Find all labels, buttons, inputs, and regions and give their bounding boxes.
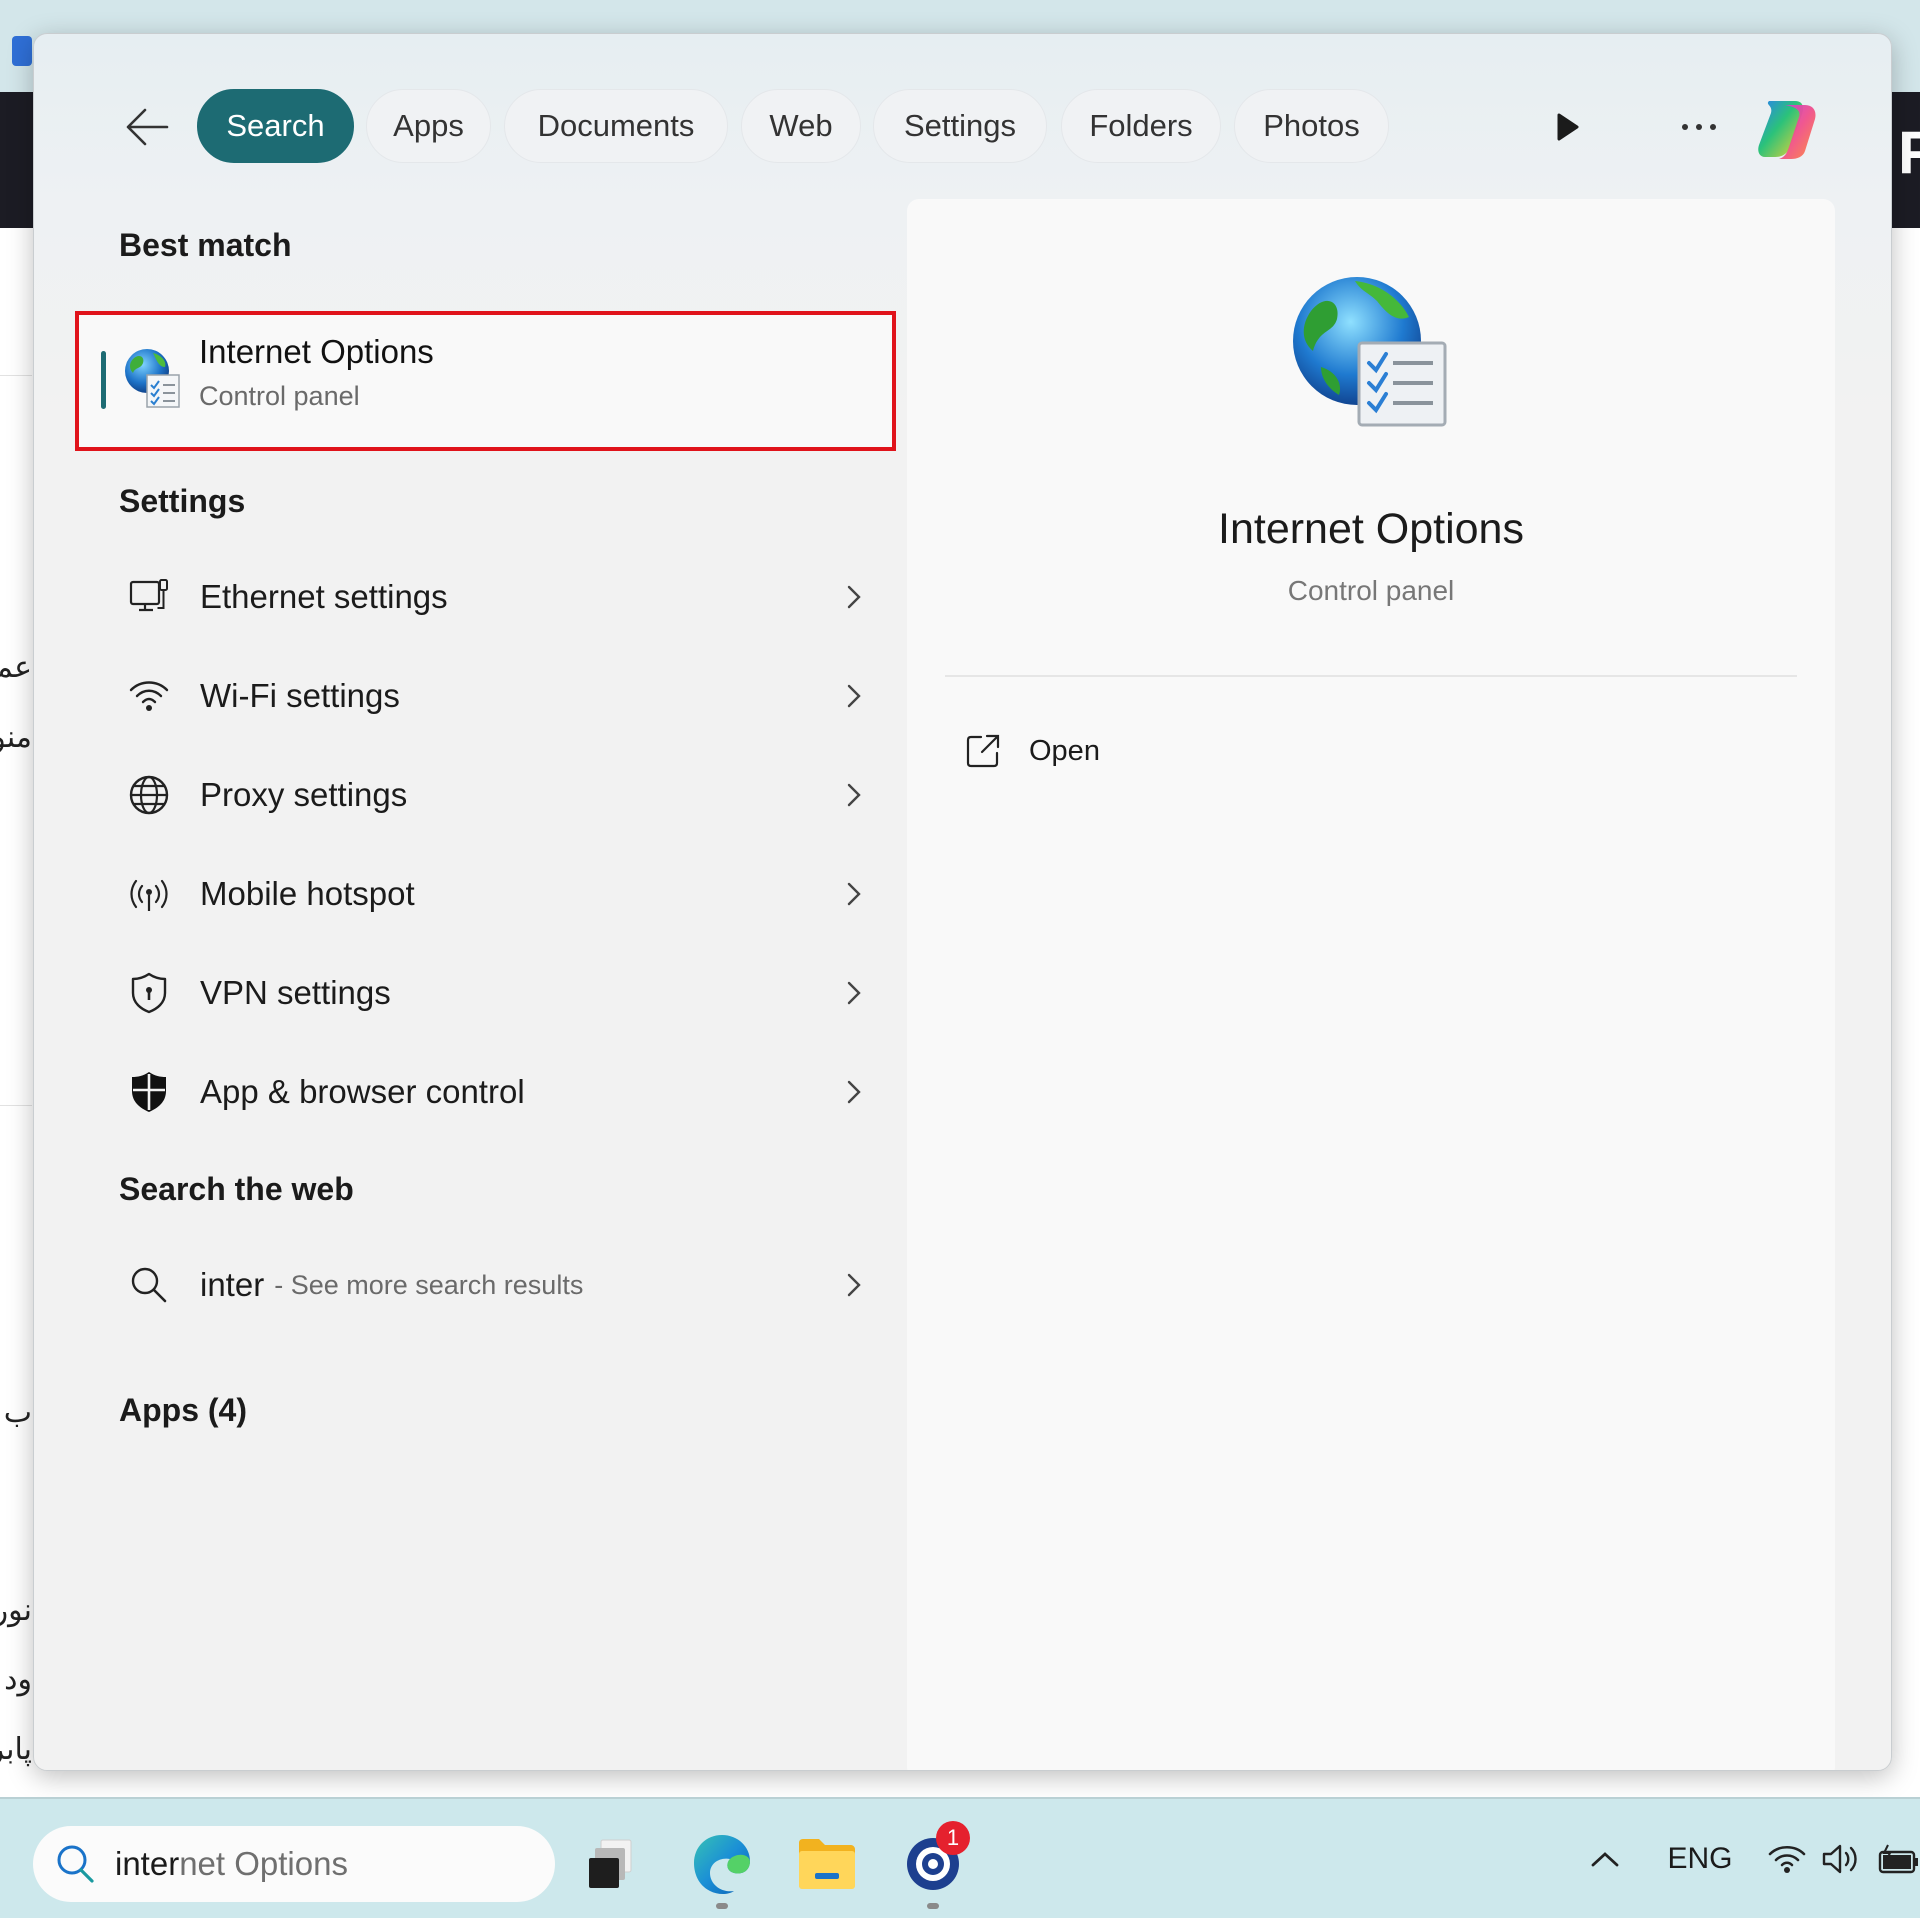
background-text-fragment: ب ، <box>0 1395 32 1430</box>
apps-heading[interactable]: Apps (4) <box>119 1392 247 1429</box>
battery-charging-icon <box>1878 1844 1918 1874</box>
search-completion-text: net Options <box>179 1845 348 1882</box>
taskbar-edge[interactable] <box>687 1829 757 1899</box>
settings-heading: Settings <box>119 483 246 519</box>
hotspot-icon <box>130 879 168 911</box>
battery-button[interactable] <box>1878 1829 1920 1889</box>
background-app-icon <box>12 36 32 66</box>
background-divider <box>0 1105 32 1106</box>
language-label: ENG <box>1667 1842 1733 1875</box>
search-icon <box>131 1267 167 1303</box>
settings-item-app-browser-control[interactable]: App & browser control <box>124 1050 884 1134</box>
preview-subtitle: Control panel <box>1287 575 1455 606</box>
copilot-icon <box>1758 101 1816 159</box>
file-explorer-icon <box>799 1839 855 1889</box>
show-hidden-icons-button[interactable] <box>1583 1829 1627 1889</box>
back-arrow-icon <box>126 108 169 146</box>
settings-item-label: Mobile hotspot <box>200 875 415 912</box>
tab-search[interactable]: Search <box>197 89 354 163</box>
background-text-fragment: پابر <box>0 1732 32 1767</box>
internet-options-large-icon <box>1293 277 1447 427</box>
settings-item-ethernet[interactable]: Ethernet settings <box>124 555 884 639</box>
settings-item-mobile-hotspot[interactable]: Mobile hotspot <box>124 852 884 936</box>
wifi-icon <box>129 681 169 711</box>
settings-item-label: VPN settings <box>200 974 391 1011</box>
background-text-fragment: نور <box>0 1593 32 1628</box>
internet-options-icon <box>125 349 180 408</box>
best-match-heading: Best match <box>119 227 292 263</box>
tab-folders[interactable]: Folders <box>1061 89 1221 163</box>
task-view-icon <box>589 1839 632 1888</box>
ethernet-icon <box>129 579 168 612</box>
preview-title: Internet Options <box>1218 505 1524 553</box>
edge-icon <box>694 1835 750 1894</box>
settings-item-proxy[interactable]: Proxy settings <box>124 753 884 837</box>
copilot-button[interactable] <box>1749 89 1825 165</box>
taskbar-search-text: internet Options <box>115 1845 348 1883</box>
running-indicator <box>927 1903 939 1909</box>
more-options-button[interactable] <box>1674 97 1724 157</box>
taskbar: internet Options 1 ENG <box>0 1797 1920 1918</box>
background-header-text: F <box>1898 119 1920 186</box>
settings-item-label: Ethernet settings <box>200 578 448 615</box>
tab-apps[interactable]: Apps <box>366 89 491 163</box>
settings-item-label: Wi-Fi settings <box>200 677 400 714</box>
chevron-right-icon <box>847 684 861 708</box>
taskbar-task-view[interactable] <box>575 1829 645 1899</box>
web-search-query: inter <box>200 1266 265 1303</box>
open-action[interactable]: Open <box>965 719 1100 783</box>
back-button[interactable] <box>121 97 173 157</box>
chevron-right-icon <box>847 1080 861 1104</box>
best-match-subtitle: Control panel <box>199 381 360 411</box>
preview-pane: Internet Options Control panel Open <box>907 199 1835 1770</box>
settings-item-wifi[interactable]: Wi-Fi settings <box>124 654 884 738</box>
more-options-icon <box>1682 124 1716 130</box>
settings-item-vpn[interactable]: VPN settings <box>124 951 884 1035</box>
tab-photos[interactable]: Photos <box>1234 89 1389 163</box>
chevron-right-icon <box>847 1273 861 1297</box>
best-match-title: Internet Options <box>199 333 434 370</box>
vpn-shield-icon <box>131 972 167 1014</box>
search-the-web-heading: Search the web <box>119 1171 354 1207</box>
settings-item-label: Proxy settings <box>200 776 408 813</box>
background-divider <box>0 375 32 376</box>
taskbar-search-box[interactable]: internet Options <box>33 1826 555 1902</box>
wifi-icon <box>1768 1845 1806 1873</box>
notification-badge: 1 <box>936 1821 970 1855</box>
security-shield-icon <box>132 1072 166 1112</box>
chevron-right-icon <box>847 585 861 609</box>
play-icon <box>1557 113 1579 141</box>
background-text-fragment: عم <box>0 650 32 685</box>
globe-icon <box>129 775 169 815</box>
open-external-icon <box>966 734 1000 768</box>
taskbar-app-with-badge[interactable]: 1 <box>898 1821 970 1899</box>
chevron-right-icon <box>847 882 861 906</box>
search-icon <box>57 1845 94 1883</box>
open-action-label: Open <box>1029 734 1100 767</box>
tab-web[interactable]: Web <box>741 89 861 163</box>
settings-item-label: App & browser control <box>200 1073 525 1110</box>
search-panel: Search Apps Documents Web Settings Folde… <box>33 33 1892 1771</box>
taskbar-file-explorer[interactable] <box>792 1829 862 1899</box>
tab-documents[interactable]: Documents <box>504 89 728 163</box>
volume-icon <box>1822 1844 1857 1874</box>
search-typed-text: inter <box>115 1845 180 1882</box>
chevron-up-icon <box>1591 1852 1619 1867</box>
background-text-fragment: ود <box>4 1662 32 1697</box>
selection-indicator <box>101 351 106 409</box>
web-search-result[interactable]: inter - See more search results <box>124 1243 884 1327</box>
tab-settings[interactable]: Settings <box>873 89 1047 163</box>
language-indicator[interactable]: ENG <box>1660 1829 1740 1889</box>
chevron-right-icon <box>847 981 861 1005</box>
volume-button[interactable] <box>1819 1829 1863 1889</box>
web-search-suffix: - See more search results <box>274 1269 584 1300</box>
running-indicator <box>716 1903 728 1909</box>
network-button[interactable] <box>1765 1829 1809 1889</box>
background-text-fragment: منو <box>0 720 32 755</box>
chevron-right-icon <box>847 783 861 807</box>
more-tabs-button[interactable] <box>1547 97 1587 157</box>
preview-divider <box>945 675 1797 677</box>
best-match-result[interactable]: Internet Options Control panel <box>75 311 896 451</box>
